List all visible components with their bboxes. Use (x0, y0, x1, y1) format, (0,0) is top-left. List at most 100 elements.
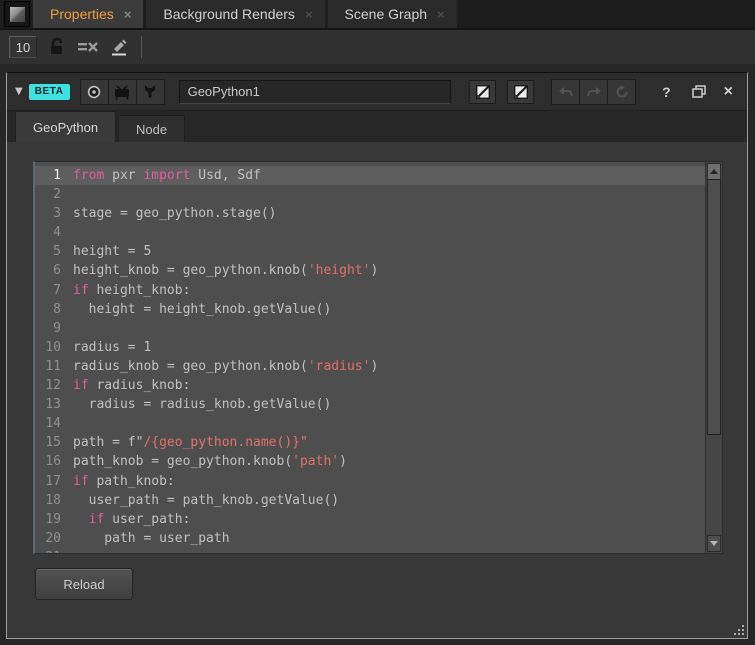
monitor-icon[interactable] (109, 80, 137, 104)
gl-color-swatch[interactable] (507, 80, 534, 104)
code-text: radius = radius_knob.getValue() (68, 395, 331, 414)
scroll-down-button[interactable] (707, 535, 721, 552)
code-text: height = 5 (68, 242, 151, 261)
code-text: path_knob = geo_python.knob('path') (68, 452, 347, 471)
arrow-down-icon (710, 541, 718, 546)
line-number: 4 (35, 223, 68, 242)
resize-grip[interactable] (731, 622, 746, 637)
code-line[interactable]: 16path_knob = geo_python.knob('path') (35, 452, 705, 471)
code-text: if radius_knob: (68, 376, 190, 395)
arrow-up-icon (710, 169, 718, 174)
tab-label: Scene Graph (345, 6, 428, 22)
line-number: 14 (35, 414, 68, 433)
code-line[interactable]: 1from pxr import Usd, Sdf (35, 166, 705, 185)
node-icon-group (80, 79, 165, 105)
close-icon[interactable]: × (437, 8, 445, 21)
pane-menu-icon (10, 7, 25, 22)
tab-label: Properties (50, 6, 114, 22)
target-icon[interactable] (81, 80, 109, 104)
code-line[interactable]: 20 path = user_path (35, 529, 705, 548)
code-line[interactable]: 19 if user_path: (35, 510, 705, 529)
line-number: 6 (35, 261, 68, 280)
code-line[interactable]: 2 (35, 185, 705, 204)
edit-icon[interactable] (108, 36, 130, 58)
line-number: 15 (35, 433, 68, 452)
code-line[interactable]: 4 (35, 223, 705, 242)
code-text: from pxr import Usd, Sdf (68, 166, 261, 185)
line-number: 11 (35, 357, 68, 376)
scroll-up-button[interactable] (707, 163, 721, 180)
line-number: 18 (35, 491, 68, 510)
line-number: 12 (35, 376, 68, 395)
close-icon[interactable]: × (124, 8, 132, 21)
editor-scrollbar[interactable] (705, 162, 722, 553)
code-line[interactable]: 11radius_knob = geo_python.knob('radius'… (35, 357, 705, 376)
code-text (68, 223, 73, 242)
tab-properties[interactable]: Properties × (33, 0, 143, 28)
node-color-swatch[interactable] (469, 80, 496, 104)
pane-menu-button[interactable] (4, 1, 30, 27)
revert-icon[interactable] (608, 80, 635, 104)
code-text (68, 414, 73, 433)
code-text: height = height_knob.getValue() (68, 300, 331, 319)
code-line[interactable]: 6height_knob = geo_python.knob('height') (35, 261, 705, 280)
tab-scene-graph[interactable]: Scene Graph × (328, 0, 457, 28)
max-panels-input[interactable]: 10 (9, 36, 37, 58)
line-number: 17 (35, 472, 68, 491)
clear-all-panels-icon[interactable] (77, 36, 99, 58)
line-number: 8 (35, 300, 68, 319)
toolbar-separator (141, 36, 142, 58)
code-line[interactable]: 15path = f"/{geo_python.name()}" (35, 433, 705, 452)
reload-button[interactable]: Reload (35, 568, 133, 600)
code-line[interactable]: 13 radius = radius_knob.getValue() (35, 395, 705, 414)
code-text: if height_knob: (68, 281, 190, 300)
line-number: 5 (35, 242, 68, 261)
float-window-icon[interactable] (685, 85, 713, 98)
code-line[interactable]: 8 height = height_knob.getValue() (35, 300, 705, 319)
redo-icon[interactable] (580, 80, 608, 104)
code-text: if path_knob: (68, 472, 175, 491)
code-text (68, 548, 73, 554)
scrollbar-thumb[interactable] (707, 179, 721, 435)
lock-open-icon[interactable] (46, 36, 68, 58)
code-line[interactable]: 18 user_path = path_knob.getValue() (35, 491, 705, 510)
code-text: user_path = path_knob.getValue() (68, 491, 339, 510)
line-number: 7 (35, 281, 68, 300)
close-icon[interactable]: × (305, 8, 313, 21)
wrench-icon[interactable] (137, 80, 164, 104)
beta-badge: BETA (29, 84, 70, 100)
code-line[interactable]: 17if path_knob: (35, 472, 705, 491)
line-number: 13 (35, 395, 68, 414)
node-panel-header: ▼ BETA (7, 73, 747, 111)
line-number: 10 (35, 338, 68, 357)
undo-icon[interactable] (552, 80, 580, 104)
code-text: radius_knob = geo_python.knob('radius') (68, 357, 378, 376)
code-line[interactable]: 21 (35, 548, 705, 554)
collapse-arrow-icon[interactable]: ▼ (15, 86, 23, 97)
node-name-field[interactable]: GeoPython1 (179, 80, 452, 104)
tab-background-renders[interactable]: Background Renders × (146, 0, 324, 28)
nuke-properties-pane: Properties × Background Renders × Scene … (0, 0, 755, 645)
line-number: 9 (35, 319, 68, 338)
code-text: if user_path: (68, 510, 190, 529)
tab-geopython[interactable]: GeoPython (15, 111, 116, 142)
code-text: stage = geo_python.stage() (68, 204, 277, 223)
code-line[interactable]: 3stage = geo_python.stage() (35, 204, 705, 223)
code-line[interactable]: 7if height_knob: (35, 281, 705, 300)
history-group (551, 79, 636, 105)
help-button[interactable]: ? (654, 84, 679, 100)
code-line[interactable]: 12if radius_knob: (35, 376, 705, 395)
properties-toolbar: 10 (0, 30, 755, 64)
panel-close-button[interactable]: × (719, 84, 739, 100)
code-text: path = f"/{geo_python.name()}" (68, 433, 308, 452)
code-line[interactable]: 14 (35, 414, 705, 433)
line-number: 3 (35, 204, 68, 223)
code-text (68, 319, 73, 338)
code-text: radius = 1 (68, 338, 151, 357)
code-line[interactable]: 5height = 5 (35, 242, 705, 261)
tab-node[interactable]: Node (118, 115, 185, 142)
code-line[interactable]: 10radius = 1 (35, 338, 705, 357)
code-line[interactable]: 9 (35, 319, 705, 338)
python-script-editor[interactable]: 1from pxr import Usd, Sdf23stage = geo_p… (33, 161, 723, 554)
pane-tabbar: Properties × Background Renders × Scene … (0, 0, 755, 30)
